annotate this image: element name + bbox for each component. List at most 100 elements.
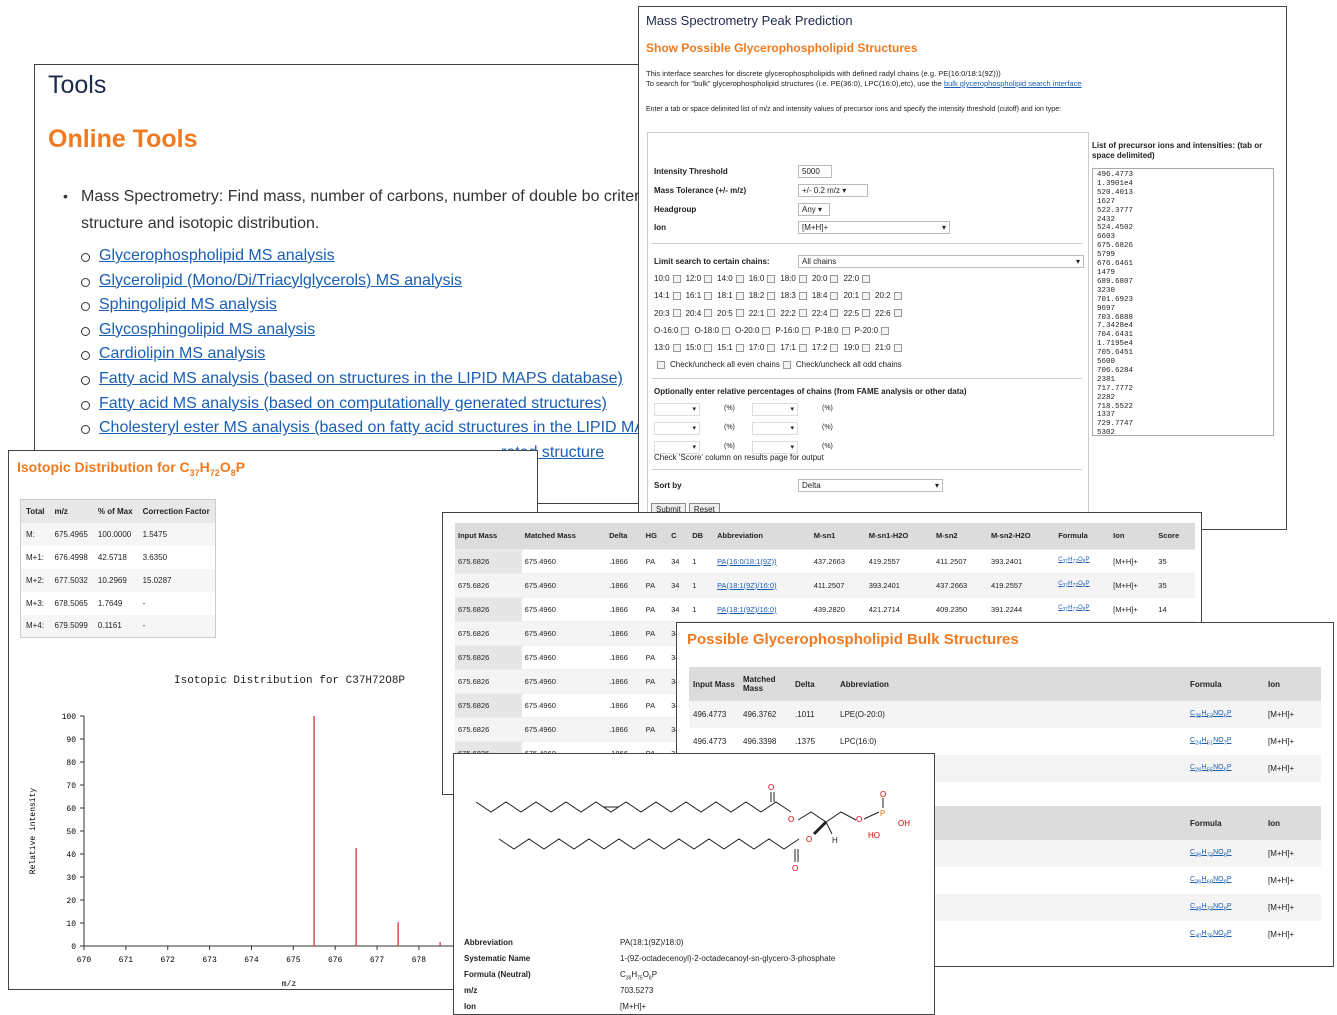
chain-checkbox[interactable]	[767, 292, 776, 301]
chain-label: 22:6	[875, 308, 891, 318]
chain-checkbox[interactable]	[704, 344, 713, 353]
chain-checkbox[interactable]	[798, 309, 807, 318]
chain-checkbox[interactable]	[893, 292, 902, 301]
intensity-input[interactable]: 5000	[798, 165, 832, 178]
chain-checkbox[interactable]	[672, 344, 681, 353]
link-glycerophospholipid[interactable]: Glycerophospholipid MS analysis	[99, 247, 335, 264]
link-cardiolipin[interactable]: Cardiolipin MS analysis	[99, 345, 265, 362]
tolerance-select[interactable]: +/- 0.2 m/z ▾	[798, 184, 868, 197]
ion-value: [M+H]+	[802, 223, 829, 232]
chain-label: 22:4	[811, 308, 828, 318]
formula-link[interactable]: C26H55NO6P	[1186, 755, 1264, 782]
chain-checkbox[interactable]	[767, 344, 776, 353]
ester-o-2: O	[806, 835, 812, 844]
results-cell: 675.4960	[521, 716, 607, 741]
chain-checkbox[interactable]	[735, 344, 744, 353]
link-glycosphingolipid[interactable]: Glycosphingolipid MS analysis	[99, 321, 315, 338]
pct-select[interactable]: ▾	[752, 422, 798, 435]
chain-checkbox[interactable]	[704, 292, 713, 301]
tool-link-item[interactable]: Cholesteryl ester MS analysis (based on …	[81, 419, 655, 444]
chain-checkbox[interactable]	[798, 292, 807, 301]
formula-link[interactable]: C37H72O8P	[1055, 596, 1111, 621]
chain-checkbox[interactable]	[862, 309, 871, 318]
chain-label: 18:0	[780, 274, 796, 283]
chain-checkbox[interactable]	[704, 274, 713, 283]
abbreviation-link[interactable]: PA(18:1(9Z)/16:0)	[714, 596, 811, 621]
chain-checkbox[interactable]	[830, 292, 839, 301]
isotope-cell: 677.5032	[49, 568, 93, 592]
formula-link[interactable]: C40H75NO8P	[1186, 921, 1264, 948]
chain-checkbox[interactable]	[862, 292, 871, 301]
chain-checkbox[interactable]	[735, 274, 744, 283]
chain-checkbox[interactable]	[762, 326, 771, 335]
headgroup-select[interactable]: Any ▾	[798, 203, 830, 216]
results-cell: 393.2401	[987, 548, 1056, 573]
chain-checkbox[interactable]	[681, 326, 690, 335]
formula-element: O	[219, 459, 231, 475]
isotope-cell: -	[142, 598, 146, 608]
chain-checkbox[interactable]	[767, 309, 776, 318]
chain-checkbox[interactable]	[721, 326, 730, 335]
chain-checkbox[interactable]	[893, 344, 902, 353]
tool-link-item[interactable]: Glycerophospholipid MS analysis	[81, 247, 655, 272]
chain-checkbox[interactable]	[672, 274, 681, 283]
formula-link[interactable]: C25H53NO6P	[1186, 701, 1264, 728]
formula-link[interactable]: C37H72O8P	[1055, 548, 1111, 573]
results-cell: .1866	[606, 620, 643, 645]
chain-checkbox[interactable]	[841, 326, 850, 335]
chain-checkbox[interactable]	[881, 326, 890, 335]
link-fatty-acid-lipidmaps[interactable]: Fatty acid MS analysis (based on structu…	[99, 370, 623, 387]
chain-checkbox[interactable]	[735, 309, 744, 318]
formula-link[interactable]: C36H73NO8P	[1186, 840, 1264, 867]
formula-link[interactable]: C37H72O8P	[1055, 572, 1111, 597]
chain-checkbox[interactable]	[801, 326, 810, 335]
formula-link[interactable]: C36H69NO8P	[1186, 867, 1264, 894]
abbreviation-link[interactable]: PA(16:0/18:1(9Z))	[714, 548, 811, 573]
bulk-search-link[interactable]: bulk glycerophospholipid search interfac…	[944, 79, 1082, 88]
results-cell: 675.4960	[521, 668, 607, 693]
chain-checkbox[interactable]	[830, 274, 839, 283]
pct-select[interactable]: ▾	[752, 403, 798, 416]
tool-link-item[interactable]: Fatty acid MS analysis (based on structu…	[81, 370, 655, 395]
chain-checkbox[interactable]	[830, 309, 839, 318]
tool-link-item[interactable]: Fatty acid MS analysis (based on computa…	[81, 395, 655, 420]
chain-checkbox[interactable]	[798, 344, 807, 353]
ion-select[interactable]: [M+H]+ ▾	[798, 221, 950, 234]
link-cholesteryl-ester[interactable]: Cholesteryl ester MS analysis (based on …	[99, 419, 655, 436]
sort-select[interactable]: Delta ▾	[798, 479, 943, 492]
limit-select[interactable]: All chains ▾	[798, 255, 1084, 268]
pct-select[interactable]: ▾	[654, 403, 700, 416]
pct-select[interactable]: ▾	[654, 422, 700, 435]
chain-checkbox[interactable]	[798, 274, 807, 283]
check-odd-checkbox[interactable]	[782, 360, 791, 369]
abbreviation-link[interactable]: PA(18:1(9Z)/16:0)	[714, 572, 811, 597]
tool-link-item[interactable]: Cardiolipin MS analysis	[81, 345, 655, 370]
chain-checkbox[interactable]	[893, 309, 902, 318]
chain-checkbox[interactable]	[862, 274, 871, 283]
mz-value: 703.5273	[620, 986, 654, 995]
y-tick-label: 30	[66, 874, 76, 883]
chain-checkbox[interactable]	[767, 274, 776, 283]
link-glycerolipid[interactable]: Glycerolipid (Mono/Di/Triacylglycerols) …	[99, 272, 462, 289]
tool-link-item[interactable]: Glycerolipid (Mono/Di/Triacylglycerols) …	[81, 272, 655, 297]
check-even-checkbox[interactable]	[657, 360, 665, 369]
headgroup-value: Any	[802, 205, 816, 214]
tool-link-item[interactable]: Glycosphingolipid MS analysis	[81, 321, 655, 346]
link-fatty-acid-computational[interactable]: Fatty acid MS analysis (based on computa…	[99, 395, 607, 412]
chain-checkbox[interactable]	[672, 292, 681, 301]
formula-subscript: 37	[189, 467, 200, 478]
link-sphingolipid[interactable]: Sphingolipid MS analysis	[99, 296, 277, 313]
precursor-mz: 717.7772	[1097, 384, 1134, 393]
formula-link[interactable]: C24H51NO7P	[1186, 728, 1264, 755]
chain-checkbox[interactable]	[862, 344, 871, 353]
formula-link[interactable]: C38H73NO8P	[1186, 894, 1264, 921]
chain-checkbox[interactable]	[735, 292, 744, 301]
chain-label: O-16:0	[654, 325, 679, 335]
results-cell: .1866	[606, 644, 643, 669]
chain-checkbox[interactable]	[830, 344, 839, 353]
tool-link-item[interactable]: Sphingolipid MS analysis	[81, 296, 655, 321]
chain-checkbox[interactable]	[672, 309, 681, 318]
peak-desc-line2: To search for "bulk" glycerophospholipid…	[646, 79, 1276, 89]
chain-checkbox[interactable]	[704, 309, 713, 318]
precursor-textarea[interactable]: 496.47731.3901e4 520.40131627 522.37772432…	[1092, 168, 1274, 436]
